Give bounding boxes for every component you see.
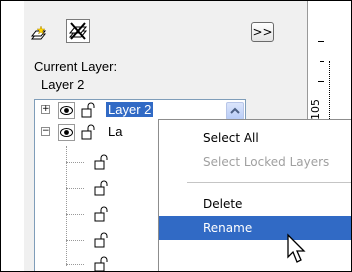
tree-branch-line — [66, 264, 84, 265]
tree-branch-line — [66, 146, 67, 266]
menu-item-select-locked-layers: Select Locked Layers — [203, 155, 330, 169]
tree-branch-line — [66, 214, 84, 215]
current-layer-value: Layer 2 — [41, 77, 85, 92]
layer-name[interactable]: La — [108, 124, 122, 139]
tree-branch-line — [66, 162, 84, 163]
tree-branch-line — [66, 188, 84, 189]
padlock-icon[interactable] — [80, 102, 96, 118]
layer-name-selected[interactable]: Layer 2 — [106, 102, 154, 117]
context-menu: Select All Select Locked Layers Delete R… — [158, 119, 351, 271]
padlock-icon[interactable] — [93, 256, 109, 271]
collapse-icon[interactable]: − — [41, 127, 50, 136]
eye-icon[interactable] — [58, 124, 75, 141]
padlock-icon[interactable] — [93, 180, 109, 196]
scroll-up-icon[interactable] — [226, 102, 244, 120]
expand-panel-button[interactable]: >> — [251, 22, 274, 42]
padlock-icon[interactable] — [80, 124, 96, 140]
padlock-icon[interactable] — [93, 154, 109, 170]
expand-icon[interactable]: + — [41, 105, 50, 114]
ruler-number: 105 — [309, 99, 322, 120]
menu-item-select-all[interactable]: Select All — [159, 126, 351, 150]
tree-branch-line — [66, 240, 84, 241]
menu-item-rename[interactable]: Rename — [159, 216, 351, 240]
padlock-icon[interactable] — [93, 232, 109, 248]
eye-icon[interactable] — [58, 102, 75, 119]
app-frame: >> Current Layer: Layer 2 + Layer 2 − La… — [0, 0, 352, 272]
top-link-partial[interactable] — [36, 1, 206, 5]
current-layer-label: Current Layer: — [34, 59, 118, 74]
mouse-pointer-icon — [286, 233, 308, 265]
lock-layer-icon[interactable] — [66, 19, 90, 43]
menu-item-delete[interactable]: Delete — [159, 192, 351, 216]
menu-separator — [187, 182, 351, 183]
padlock-icon[interactable] — [93, 206, 109, 222]
new-layer-icon[interactable] — [30, 25, 48, 43]
